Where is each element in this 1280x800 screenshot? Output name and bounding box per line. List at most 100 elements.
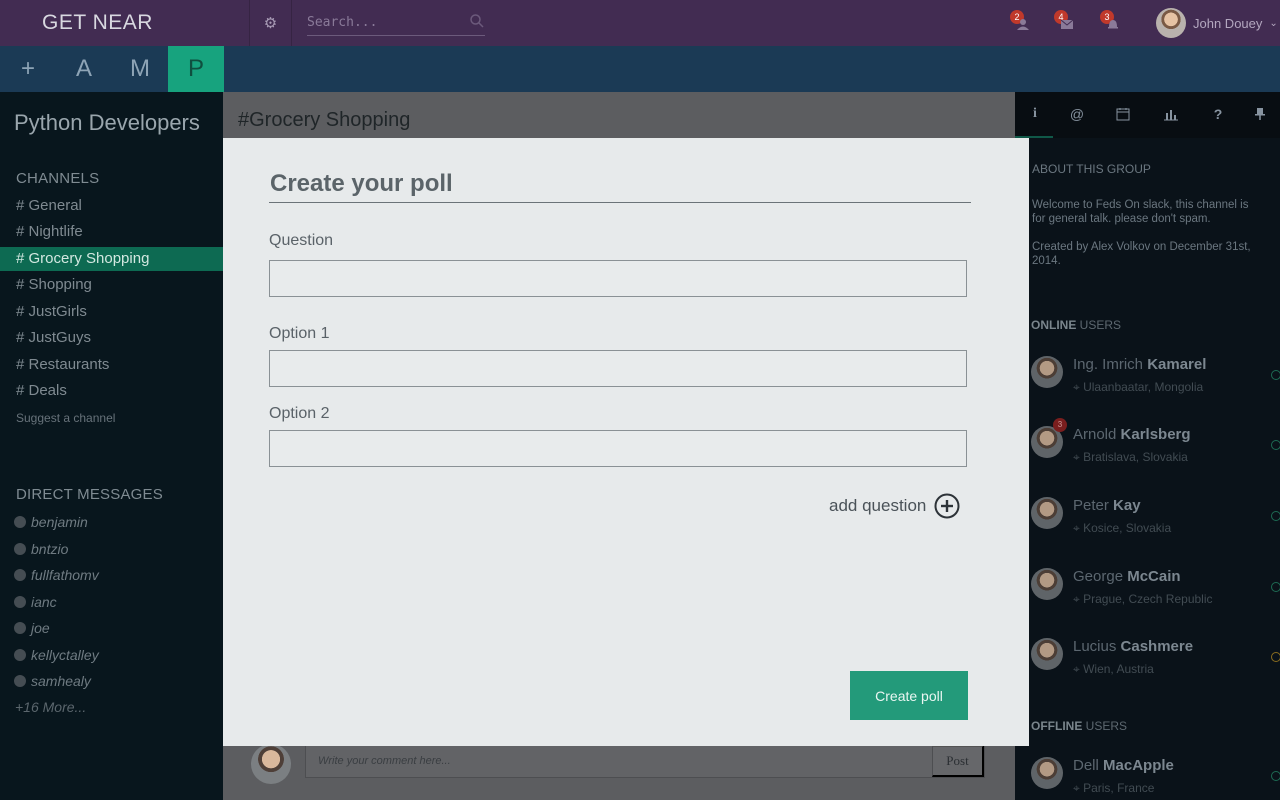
user-name: Ing. Imrich Kamarel [1073, 356, 1207, 373]
search-box [307, 10, 485, 36]
user-row[interactable]: 3 Arnold Karlsberg ⌖ Bratislava, Slovaki… [1031, 418, 1280, 486]
option2-label: Option 2 [269, 405, 330, 422]
friend-requests-button[interactable]: 2 [1010, 10, 1036, 34]
user-location: ⌖ Prague, Czech Republic [1073, 592, 1213, 606]
channel-title: #Grocery Shopping [238, 109, 411, 131]
channel-item[interactable]: # Deals [0, 379, 223, 403]
user-location: ⌖ Ulaanbaatar, Mongolia [1073, 380, 1204, 394]
settings-gear-icon[interactable]: ⚙ [250, 0, 292, 46]
channel-item[interactable]: # General [0, 194, 223, 218]
option1-label: Option 1 [269, 325, 330, 342]
user-row[interactable]: Dell MacApple ⌖ Paris, France [1031, 757, 1280, 800]
at-icon[interactable]: @ [1057, 92, 1097, 136]
unread-badge: 3 [1053, 418, 1067, 432]
dm-item[interactable]: benjamin [14, 511, 88, 533]
channel-item[interactable]: # JustGirls [0, 300, 223, 324]
suggest-channel-link[interactable]: Suggest a channel [16, 411, 115, 425]
user-row[interactable]: Ing. Imrich Kamarel ⌖ Ulaanbaatar, Mongo… [1031, 356, 1280, 416]
about-title: ABOUT THIS GROUP [1032, 162, 1151, 176]
channel-item[interactable]: # JustGuys [0, 326, 223, 350]
dm-item[interactable]: bntzio [14, 538, 68, 560]
group-title: Python Developers [14, 110, 200, 135]
chevron-down-icon: ⌄ [1269, 17, 1278, 29]
user-location: ⌖ Wien, Austria [1073, 662, 1154, 676]
pin-icon[interactable] [1240, 92, 1280, 136]
user-avatar [1031, 638, 1063, 670]
direct-messages-heading: DIRECT MESSAGES [16, 486, 163, 503]
search-input[interactable] [307, 10, 467, 34]
create-poll-modal: Create your poll Question Option 1 Optio… [223, 138, 1029, 746]
created-text: Created by Alex Volkov on December 31st,… [1032, 241, 1251, 267]
right-panel: i @ ? ABOUT THIS GROUP Welcome to Feds O… [1015, 92, 1280, 800]
presence-dot [14, 543, 26, 555]
bell-icon [1108, 20, 1118, 29]
help-icon[interactable]: ? [1198, 92, 1238, 136]
workspace-tab-p[interactable]: P [168, 46, 224, 92]
brand-logo[interactable]: GET NEAR [0, 0, 250, 46]
search-icon[interactable] [469, 13, 485, 29]
add-workspace-button[interactable]: + [0, 46, 56, 92]
calendar-icon[interactable] [1103, 92, 1143, 136]
user-row[interactable]: George McCain ⌖ Prague, Czech Republic [1031, 568, 1280, 628]
user-icon [1017, 19, 1029, 30]
user-row[interactable]: Lucius Cashmere ⌖ Wien, Austria [1031, 638, 1280, 698]
more-dms-link[interactable]: +16 More... [15, 699, 86, 715]
workspace-tab-m[interactable]: M [112, 46, 168, 92]
channel-item[interactable]: # Shopping [0, 273, 223, 297]
user-avatar [1031, 568, 1063, 600]
dm-item[interactable]: kellyctalley [14, 644, 99, 666]
alerts-button[interactable]: 3 [1100, 10, 1126, 34]
dm-name: ianc [31, 594, 57, 610]
online-status-icon [1271, 511, 1280, 521]
dm-item[interactable]: ianc [14, 591, 57, 613]
option1-input[interactable] [269, 350, 967, 387]
chart-icon[interactable] [1151, 92, 1191, 136]
online-status-icon [1271, 582, 1280, 592]
top-bar: GET NEAR ⚙ 2 4 3 John Douey ⌄ [0, 0, 1280, 46]
right-panel-tabs: i @ ? [1015, 92, 1280, 138]
workspace-tab-a[interactable]: A [56, 46, 112, 92]
add-question-button[interactable]: add question [829, 493, 960, 519]
presence-dot [14, 569, 26, 581]
comment-input[interactable] [306, 745, 926, 777]
dm-item[interactable]: fullfathomv [14, 564, 99, 586]
add-question-label: add question [829, 496, 927, 515]
info-icon[interactable]: i [1015, 92, 1055, 136]
messages-button[interactable]: 4 [1054, 10, 1080, 34]
dm-item[interactable]: joe [14, 617, 50, 639]
post-button[interactable]: Post [932, 745, 984, 777]
dm-name: samhealy [31, 673, 91, 689]
plus-circle-icon [934, 493, 960, 519]
comment-avatar [251, 744, 291, 784]
create-poll-button[interactable]: Create poll [850, 671, 968, 720]
user-location: ⌖ Kosice, Slovakia [1073, 521, 1172, 535]
user-avatar [1156, 8, 1186, 38]
title-divider [269, 202, 971, 203]
dm-name: benjamin [31, 514, 88, 530]
question-input[interactable] [269, 260, 967, 297]
user-name: Arnold Karlsberg [1073, 426, 1191, 443]
user-location: ⌖ Paris, France [1073, 781, 1155, 795]
channel-item[interactable]: # Restaurants [0, 353, 223, 377]
user-avatar [1031, 757, 1063, 789]
map-marker-icon: ⌖ [1073, 521, 1084, 535]
map-marker-icon: ⌖ [1073, 380, 1084, 394]
messages-icon [1060, 19, 1074, 29]
question-label: Question [269, 232, 334, 249]
channel-item[interactable]: # Nightlife [0, 220, 223, 244]
option2-input[interactable] [269, 430, 967, 467]
comment-box: Post [305, 744, 985, 778]
workspace-tab-strip: + A M P [0, 46, 1280, 92]
dm-name: bntzio [31, 541, 69, 557]
dm-name: kellyctalley [31, 647, 99, 663]
user-row[interactable]: Peter Kay ⌖ Kosice, Slovakia [1031, 497, 1280, 557]
user-avatar [1031, 497, 1063, 529]
online-status-icon [1271, 370, 1280, 380]
dm-item[interactable]: samhealy [14, 670, 91, 692]
map-marker-icon: ⌖ [1073, 592, 1084, 606]
map-marker-icon: ⌖ [1073, 662, 1084, 676]
channel-item-active[interactable]: # Grocery Shopping [0, 247, 223, 271]
online-status-icon [1271, 440, 1280, 450]
user-menu[interactable]: John Douey ⌄ [1156, 7, 1278, 39]
presence-dot [14, 622, 26, 634]
